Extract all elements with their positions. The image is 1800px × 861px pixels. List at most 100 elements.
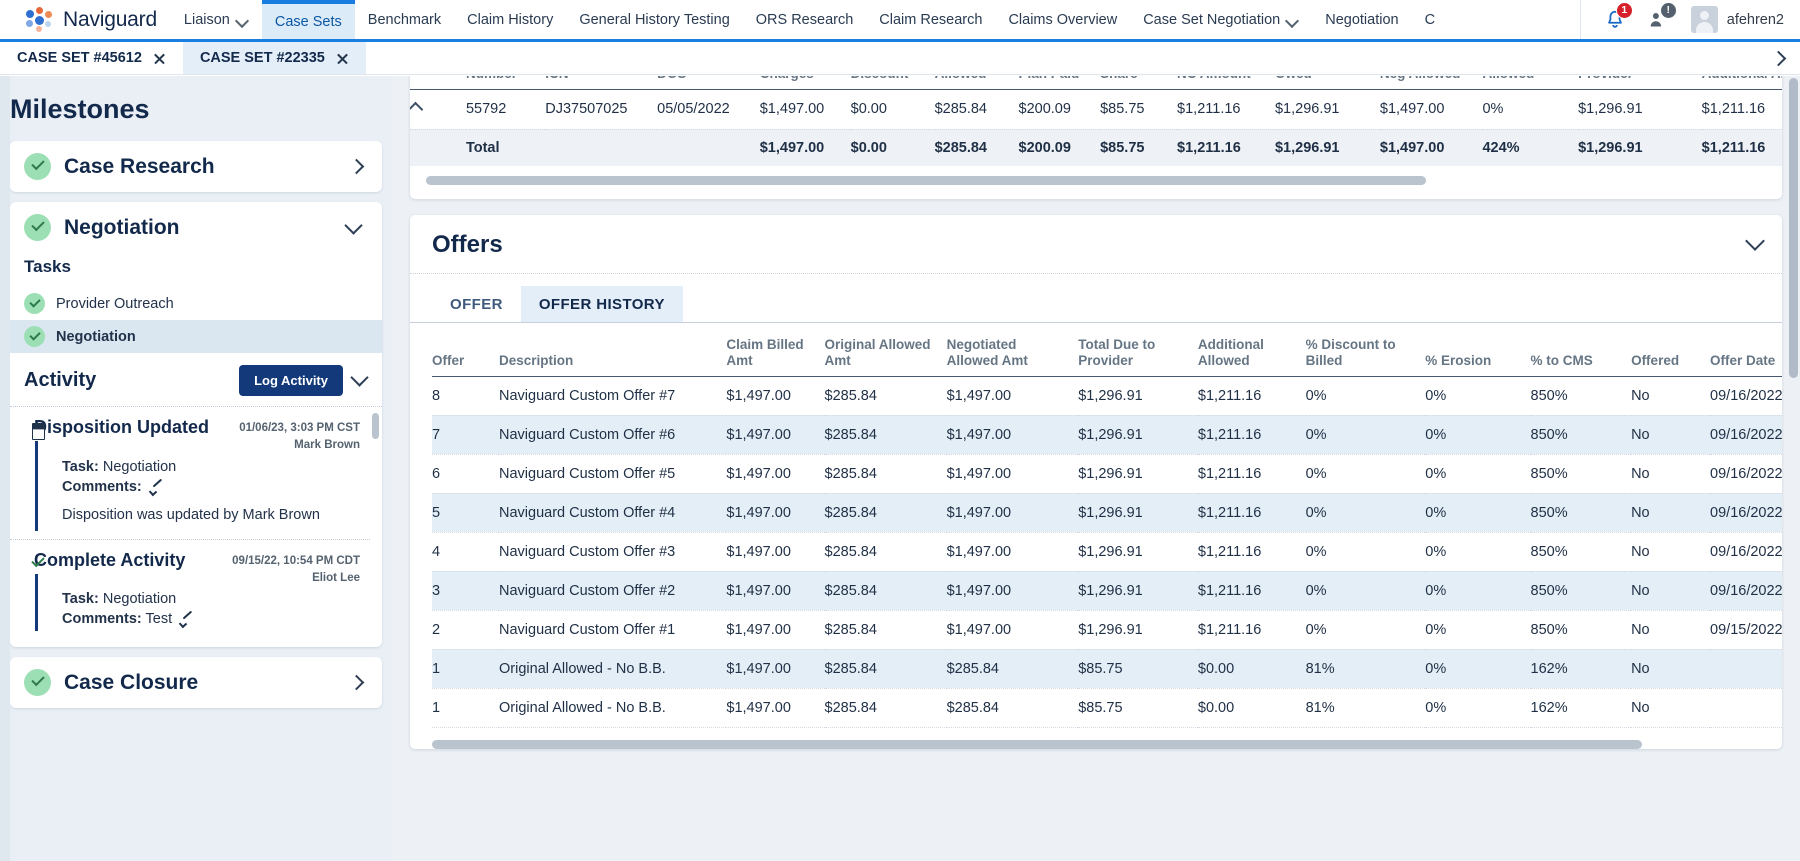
cell-pct-erosion: 0% [1425,415,1531,455]
nav-item-ors-research[interactable]: ORS Research [743,0,867,39]
cell-original-allowed-amt: $285.84 [824,454,947,494]
nav-item-claim-research[interactable]: Claim Research [866,0,995,39]
table-row[interactable]: 1 Original Allowed - No B.B. $1,497.00 $285… [432,649,1782,689]
table-row[interactable]: 7 Naviguard Custom Offer #6 $1,497.00 $285.… [432,415,1782,455]
activity-timestamp: 09/15/22, 10:54 PM CDT [232,554,360,567]
total-pct-above-allowed: 424% [1482,129,1579,166]
case-set-tab-45612[interactable]: CASE SET #45612 [0,42,183,74]
table-row[interactable]: 55792 DJ37507025 05/05/2022 $1,497.00 $0… [410,89,1782,130]
table-row[interactable]: 4 Naviguard Custom Offer #3 $1,497.00 $285.… [432,532,1782,572]
chevron-right-icon[interactable] [348,158,365,175]
chevron-down-icon[interactable] [344,215,363,235]
activity-body: Task: Negotiation Comments: Test [24,587,360,627]
offers-panel: Offers OFFER OFFER HISTORY Offer Descrip… [410,214,1782,749]
milestone-header[interactable]: Case Closure [10,657,382,708]
table-row[interactable]: 3 Naviguard Custom Offer #2 $1,497.00 $285.… [432,571,1782,611]
nav-item-claim-history[interactable]: Claim History [454,0,566,39]
total-icn [545,129,658,166]
cell-pct-erosion: 0% [1425,610,1531,650]
nav-right-group: 1 ! afehren2 [1579,0,1800,40]
log-activity-button[interactable]: Log Activity [239,365,343,396]
milestone-header[interactable]: Case Research [10,141,382,192]
page-scrollbar[interactable] [1789,78,1798,378]
nav-item-claims-overview[interactable]: Claims Overview [995,0,1130,39]
nav-item-liaison[interactable]: Liaison [171,0,262,39]
brand-logo[interactable]: Naviguard [0,0,171,39]
table-row[interactable]: 6 Naviguard Custom Offer #5 $1,497.00 $285.… [432,454,1782,494]
cell-pct-to-cms: 162% [1530,649,1632,689]
tab-scroll-right-button[interactable] [1756,42,1800,74]
notifications-button[interactable]: 1 [1593,0,1637,40]
cell-original-allowed-amt: $285.84 [824,610,947,650]
user-alerts-button[interactable]: ! [1637,0,1681,40]
milestone-case-research[interactable]: Case Research [10,141,382,192]
close-icon[interactable] [336,52,349,65]
cell-neg-allowed: $1,497.00 [1379,89,1483,130]
activity-main: Disposition Updated [34,417,229,438]
cell-additional-allowed: $1,211.16 [1197,493,1306,533]
milestones-sidebar: Milestones Case Research Negotiation Tas… [0,76,392,861]
nav-item-case-set-negotiation[interactable]: Case Set Negotiation [1130,0,1312,39]
cell-claim-billed-amt: $1,497.00 [726,571,825,611]
table-row[interactable]: 8 Naviguard Custom Offer #7 $1,497.00 $285.… [432,376,1782,416]
edit-pencil-icon[interactable] [150,479,164,493]
total-pt-amount-owed: $1,296.91 [1274,129,1380,166]
case-set-tab-22335[interactable]: CASE SET #22335 [182,42,366,74]
task-label: Provider Outreach [56,295,174,312]
tab-offer[interactable]: OFFER [432,286,521,322]
activity-item[interactable]: Complete Activity 09/15/22, 10:54 PM CDT… [10,538,370,638]
task-provider-outreach[interactable]: Provider Outreach [10,287,382,320]
claims-col-expand [410,76,466,90]
user-name: afehren2 [1726,11,1784,28]
row-expand-toggle[interactable] [410,89,466,130]
case-set-tab-bar: CASE SET #45612 CASE SET #22335 [0,42,1800,75]
brand-name: Naviguard [63,7,157,31]
close-icon[interactable] [153,52,166,65]
cell-offer-date: 09/16/2022 [1710,454,1782,494]
milestone-header[interactable]: Negotiation [10,202,382,253]
cell-offer-date [1710,649,1782,689]
nav-label: Case Sets [274,13,342,30]
activity-item-top: Complete Activity 09/15/22, 10:54 PM CDT… [24,550,360,588]
claims-col-plan-discount: Plan Discount [850,76,935,90]
table-row[interactable]: 1 Original Allowed - No B.B. $1,497.00 $285… [432,688,1782,728]
claims-horizontal-scrollbar[interactable] [426,175,1426,185]
cell-additional-allowed: $1,211.16 [1197,454,1306,494]
cell-original-allowed-amt: $285.84 [824,532,947,572]
table-row[interactable]: 2 Naviguard Custom Offer #1 $1,497.00 $285.… [432,610,1782,650]
activity-task-field: Task: Negotiation [62,587,360,607]
nav-item-general-history-testing[interactable]: General History Testing [566,0,742,39]
cell-claim-billed-amt: $1,497.00 [726,532,825,572]
chevron-down-icon [1286,16,1299,24]
milestone-case-closure[interactable]: Case Closure [10,657,382,708]
chevron-right-icon[interactable] [348,674,365,691]
nav-item-truncated[interactable]: C [1412,0,1448,39]
offers-horizontal-scrollbar[interactable] [432,739,1642,749]
milestone-negotiation[interactable]: Negotiation Tasks Provider Outreach Nego… [10,202,382,647]
tab-offer-history[interactable]: OFFER HISTORY [520,285,683,322]
table-row[interactable]: 5 Naviguard Custom Offer #4 $1,497.00 $285.… [432,493,1782,533]
page-title: Milestones [10,94,150,124]
cell-claim-billed-amt: $1,497.00 [726,415,825,455]
nav-item-case-sets[interactable]: Case Sets [261,0,355,39]
cell-claim-billed-amt: $1,497.00 [726,376,825,416]
cell-pct-erosion: 0% [1425,532,1531,572]
activity-scrollbar[interactable] [372,413,379,439]
caret-up-icon[interactable] [410,101,424,118]
nav-item-benchmark[interactable]: Benchmark [355,0,454,39]
cell-plan-discount: $0.00 [850,89,935,130]
cell-claim-billed-amt: $1,497.00 [726,493,825,533]
nav-label: Negotiation [1325,11,1399,28]
activity-item[interactable]: Disposition Updated 01/06/23, 3:03 PM CS… [10,407,370,537]
user-menu[interactable]: afehren2 [1681,6,1784,33]
nav-item-negotiation[interactable]: Negotiation [1312,0,1411,39]
cell-offer: 5 [432,493,500,533]
task-negotiation[interactable]: Negotiation [10,320,382,353]
offers-table-scroll: Offer Description Claim Billed Amt Origi… [410,323,1782,728]
cell-offer-date [1710,688,1782,728]
edit-pencil-icon[interactable] [180,611,194,625]
chevron-down-icon[interactable] [350,368,369,387]
activity-task-value: Negotiation [102,591,177,607]
chevron-down-icon[interactable] [1745,231,1765,252]
